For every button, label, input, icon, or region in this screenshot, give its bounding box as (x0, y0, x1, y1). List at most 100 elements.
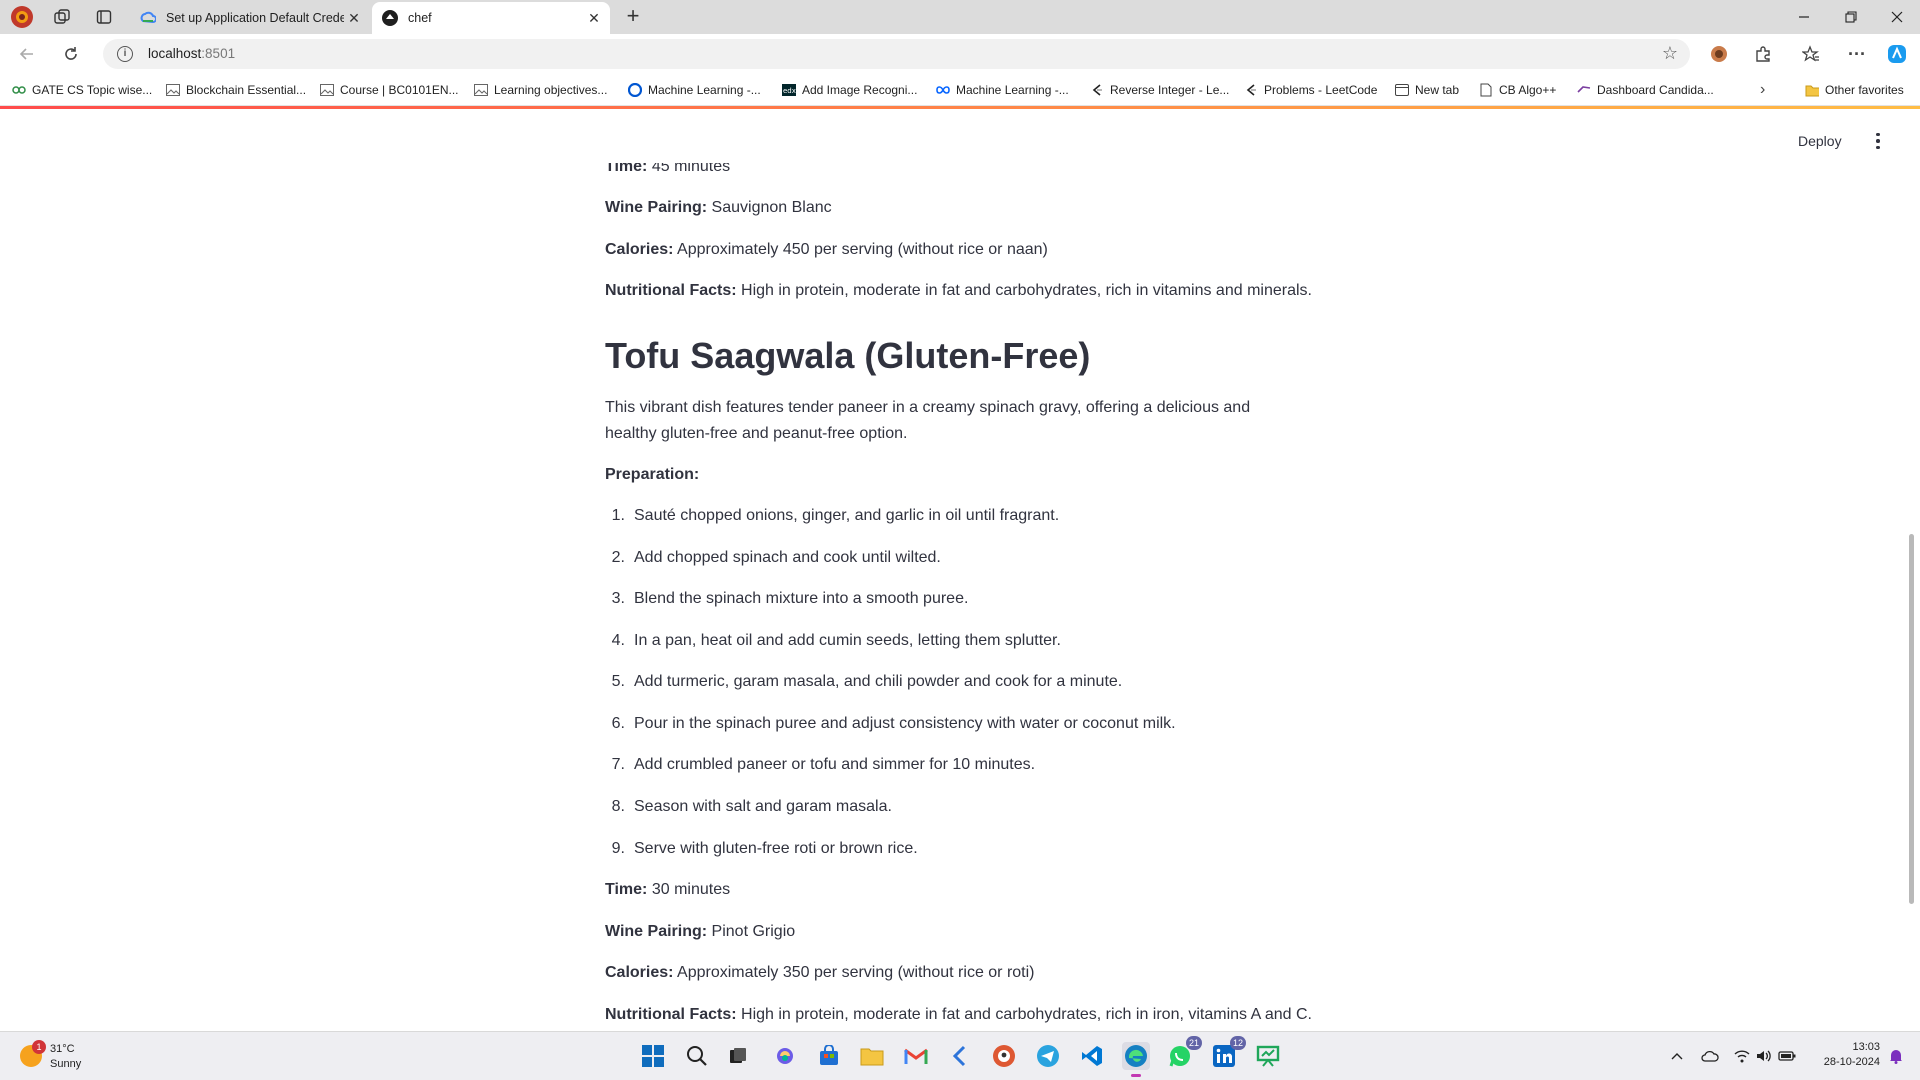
list-item: 2. Add chopped spinach and cook until wil… (611, 549, 941, 566)
folder-icon (1805, 83, 1819, 97)
whatsapp-icon[interactable]: 21 (1166, 1036, 1202, 1070)
bookmark-item[interactable]: Course | BC0101EN... (320, 81, 459, 99)
bookmark-item[interactable]: Learning objectives... (474, 81, 607, 99)
bookmark-item[interactable]: Machine Learning -... (628, 81, 761, 99)
task-view-icon[interactable] (724, 1042, 752, 1070)
list-item: 1. Sauté chopped onions, ginger, and garl… (611, 507, 1060, 524)
clock-time: 13:03 (1852, 1041, 1880, 1053)
other-favorites[interactable]: Other favorites (1805, 81, 1904, 99)
vscode-icon[interactable] (1078, 1042, 1106, 1070)
weather-badge: 1 (32, 1040, 46, 1054)
svg-text:edx: edx (783, 87, 796, 95)
copilot-app-icon[interactable] (771, 1042, 799, 1070)
bookmark-item[interactable]: CB Algo++ (1479, 81, 1556, 99)
bookmark-item[interactable]: Machine Learning -... (936, 81, 1069, 99)
system-clock[interactable]: 13:03 28-10-2024 (1800, 1040, 1880, 1070)
list-item: 4. In a pan, heat oil and add cumin seeds… (611, 632, 1061, 649)
browser-toolbar: i localhost:8501 ☆ ··· (0, 34, 1920, 74)
clock-date: 28-10-2024 (1823, 1056, 1880, 1068)
presentation-app-icon[interactable] (1254, 1042, 1282, 1070)
chevron-up-icon[interactable] (1668, 1047, 1686, 1065)
back-icon[interactable] (14, 41, 40, 67)
bookmark-item[interactable]: Problems - LeetCode (1244, 81, 1377, 99)
gfg-icon (12, 83, 26, 97)
onedrive-cloud-icon[interactable] (1700, 1047, 1720, 1065)
telegram-icon[interactable] (1034, 1042, 1062, 1070)
course-image-icon (474, 83, 488, 97)
bookmark-item[interactable]: Blockchain Essential... (166, 81, 306, 99)
deploy-button[interactable]: Deploy (1798, 133, 1842, 149)
list-item: 3. Blend the spinach mixture into a smoot… (611, 590, 969, 607)
close-tab-icon[interactable]: ✕ (584, 8, 604, 28)
bookmark-item[interactable]: Dashboard Candida... (1577, 81, 1714, 99)
tab-actions-icon[interactable] (92, 5, 116, 29)
close-window-icon[interactable] (1882, 5, 1912, 29)
active-app-indicator (1131, 1074, 1141, 1077)
start-icon[interactable] (639, 1042, 667, 1070)
list-item: 6. Pour in the spinach puree and adjust c… (611, 715, 1176, 732)
volume-icon[interactable] (1755, 1047, 1773, 1065)
tab-adc-setup[interactable]: Set up Application Default Creden ✕ (130, 2, 370, 34)
profile-avatar-icon[interactable] (10, 5, 34, 29)
file-explorer-icon[interactable] (858, 1042, 886, 1070)
bookmarks-bar: GATE CS Topic wise... Blockchain Essenti… (0, 74, 1920, 106)
linkedin-icon[interactable]: 12 (1210, 1036, 1246, 1070)
leetcode-icon (1090, 83, 1104, 97)
extensions-puzzle-icon[interactable] (1751, 42, 1775, 66)
close-tab-icon[interactable]: ✕ (344, 8, 364, 28)
calories-line: Calories: Approximately 350 per serving … (605, 964, 1035, 981)
more-bookmarks-chevron-icon[interactable]: › (1760, 81, 1765, 99)
favorites-icon[interactable] (1799, 42, 1823, 66)
nutrition-line: Nutritional Facts: High in protein, mode… (605, 1006, 1312, 1023)
leetcode-icon (1244, 83, 1258, 97)
bookmark-item[interactable]: edx Add Image Recogni... (782, 81, 917, 99)
page-scrollbar[interactable] (1909, 534, 1914, 904)
edge-icon[interactable] (1122, 1042, 1150, 1077)
recipe-title: Tofu Saagwala (Gluten-Free) (605, 335, 1091, 376)
battery-icon[interactable] (1778, 1047, 1796, 1065)
settings-more-icon[interactable]: ··· (1845, 42, 1869, 66)
meta-infinity-icon (936, 83, 950, 97)
site-info-icon[interactable]: i (117, 46, 133, 62)
weather-temp: 31°C (50, 1043, 75, 1055)
bookmark-item[interactable]: New tab (1395, 81, 1459, 99)
minimize-icon[interactable] (1789, 5, 1819, 29)
copilot-icon[interactable] (1885, 42, 1909, 66)
list-item: 9. Serve with gluten-free roti or brown r… (611, 840, 918, 857)
duckduckgo-icon[interactable] (990, 1042, 1018, 1070)
prev-time-line: Time: 45 minutes (605, 158, 731, 175)
streamlit-icon (382, 10, 398, 26)
time-line: Time: 30 minutes (605, 881, 731, 898)
tab-chef[interactable]: chef ✕ (372, 2, 610, 34)
favorite-star-icon[interactable]: ☆ (1662, 43, 1678, 64)
preparation-heading: Preparation: (605, 466, 700, 483)
extension-avatar-icon[interactable] (1707, 42, 1731, 66)
recipe-description: This vibrant dish features tender paneer… (605, 399, 1251, 442)
prev-nutrition-line: Nutritional Facts: High in protein, mode… (605, 282, 1312, 299)
gmail-icon[interactable] (902, 1042, 930, 1070)
new-tab-page-icon (1395, 83, 1409, 97)
streamlit-app: Deploy Time: 45 minutes Wine Pairing: Sa… (0, 109, 1920, 1031)
notification-bell-icon[interactable] (1889, 1048, 1903, 1064)
refresh-icon[interactable] (58, 41, 84, 67)
prev-calories-line: Calories: Approximately 450 per serving … (605, 241, 1048, 258)
search-icon[interactable] (683, 1042, 711, 1070)
browser-tab-bar: Set up Application Default Creden ✕ chef… (0, 0, 1920, 34)
whatsapp-badge: 21 (1185, 1036, 1202, 1050)
new-tab-button[interactable]: + (621, 5, 645, 29)
course-image-icon (166, 83, 180, 97)
restore-icon[interactable] (1836, 5, 1866, 29)
workspaces-icon[interactable] (50, 5, 74, 29)
main-menu-icon[interactable] (1870, 131, 1886, 151)
bookmark-item[interactable]: GATE CS Topic wise... (12, 81, 152, 99)
wifi-icon[interactable] (1733, 1047, 1751, 1065)
address-url: localhost:8501 (148, 46, 236, 61)
bookmark-item[interactable]: Reverse Integer - Le... (1090, 81, 1229, 99)
address-bar[interactable]: i localhost:8501 ☆ (103, 39, 1690, 69)
kotlin-app-icon[interactable] (946, 1042, 974, 1070)
weather-widget[interactable]: 1 31°C Sunny (18, 1040, 138, 1074)
microsoft-store-icon[interactable] (815, 1042, 843, 1070)
linkedin-badge: 12 (1229, 1036, 1246, 1050)
coursera-icon (628, 83, 642, 97)
prev-wine-line: Wine Pairing: Sauvignon Blanc (605, 199, 832, 216)
